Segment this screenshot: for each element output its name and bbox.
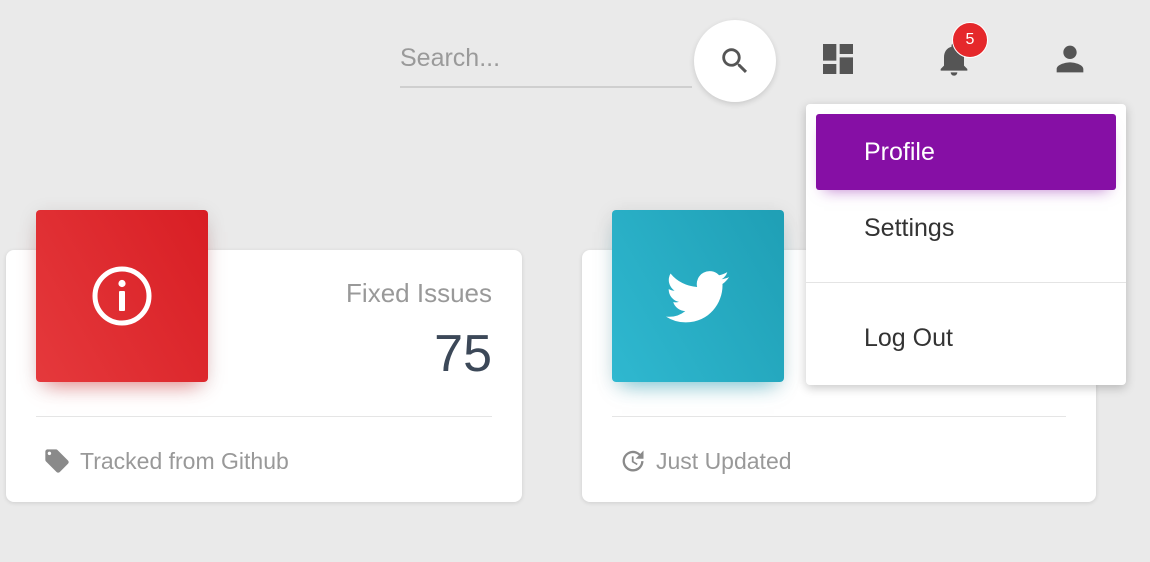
menu-divider bbox=[806, 282, 1126, 283]
twitter-icon bbox=[666, 271, 730, 323]
card-icon-box bbox=[612, 210, 784, 382]
info-icon bbox=[92, 266, 152, 326]
card-footer-text: Tracked from Github bbox=[80, 447, 289, 474]
search-input[interactable] bbox=[400, 36, 680, 80]
dashboard-button[interactable] bbox=[814, 35, 862, 83]
card-divider bbox=[612, 416, 1066, 417]
person-icon bbox=[1056, 45, 1084, 73]
update-icon bbox=[618, 446, 648, 476]
tag-icon bbox=[42, 446, 72, 476]
card-category: Fixed Issues bbox=[346, 278, 492, 308]
dashboard-icon bbox=[823, 44, 853, 74]
menu-item-log-out[interactable]: Log Out bbox=[816, 300, 1116, 376]
notification-count-badge: 5 bbox=[952, 22, 988, 58]
search-field bbox=[400, 30, 692, 88]
card-footer: Just Updated bbox=[618, 446, 792, 476]
stats-card-fixed-issues: Fixed Issues 75 Tracked from Github bbox=[6, 210, 522, 502]
card-divider bbox=[36, 416, 492, 417]
dashboard-page: 5 Fixed Issues 75 Tracked from Github bbox=[0, 0, 1150, 562]
profile-dropdown-menu: Profile Settings Log Out bbox=[806, 104, 1126, 385]
menu-item-settings[interactable]: Settings bbox=[816, 190, 1116, 266]
card-footer-text: Just Updated bbox=[656, 447, 792, 474]
card-value: 75 bbox=[434, 325, 492, 383]
card-icon-box bbox=[36, 210, 208, 382]
profile-button[interactable] bbox=[1046, 35, 1094, 83]
menu-item-profile[interactable]: Profile bbox=[816, 114, 1116, 190]
search-icon bbox=[722, 48, 748, 74]
card-footer: Tracked from Github bbox=[42, 446, 289, 476]
search-button[interactable] bbox=[694, 20, 776, 102]
